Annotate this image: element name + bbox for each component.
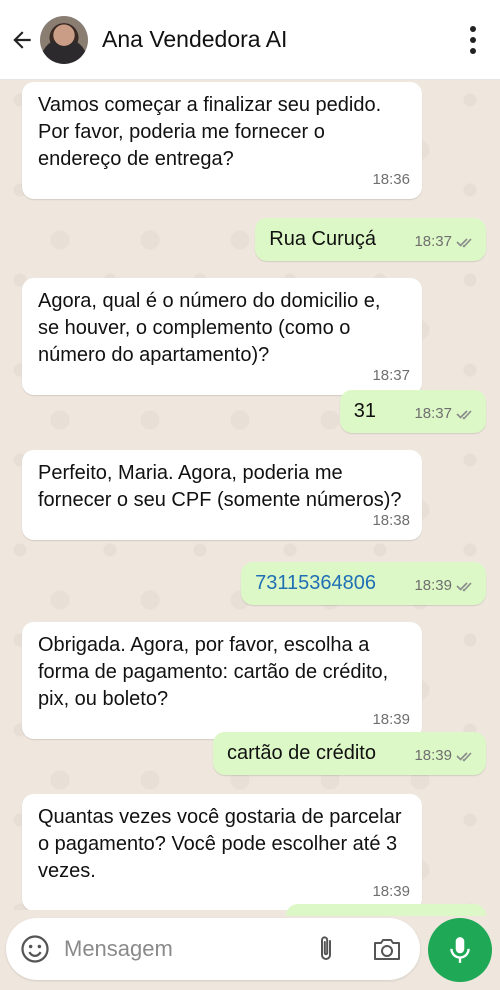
message-input-bar: Mensagem — [6, 918, 420, 980]
message-time: 18:39 — [414, 747, 452, 764]
camera-icon[interactable] — [372, 936, 402, 962]
message-time: 18:39 — [372, 711, 410, 728]
message-text: Agora, qual é o número do domicilio e, s… — [38, 290, 381, 366]
message-time: 18:39 — [414, 577, 452, 594]
incoming-message: Obrigada. Agora, por favor, escolha a fo… — [22, 622, 422, 739]
cpf-link[interactable]: 73115364806 — [255, 570, 434, 597]
back-button[interactable] — [4, 20, 40, 60]
message-time: 18:39 — [372, 883, 410, 900]
incoming-message: Vamos começar a finalizar seu pedido. Po… — [22, 82, 422, 199]
message-time: 18:37 — [414, 233, 452, 250]
message-text: Obrigada. Agora, por favor, escolha a fo… — [38, 634, 389, 710]
message-time: 18:38 — [372, 512, 410, 529]
message-text: Quantas vezes você gostaria de parcelar … — [38, 806, 402, 882]
outgoing-message: 73115364806 18:39 — [241, 562, 486, 605]
outgoing-message: 31 18:37 — [339, 390, 486, 433]
message-time: 18:37 — [372, 367, 410, 384]
double-check-icon — [456, 581, 472, 592]
more-vertical-icon[interactable] — [468, 26, 478, 54]
chat-header: Ana Vendedora AI — [0, 0, 500, 80]
message-text: Rua Curuçá — [269, 228, 376, 250]
double-check-icon — [456, 409, 472, 420]
message-time: 18:37 — [414, 405, 452, 422]
message-text: Perfeito, Maria. Agora, poderia me forne… — [38, 462, 402, 511]
double-check-icon — [456, 751, 472, 762]
voice-message-button[interactable] — [428, 918, 492, 982]
microphone-icon — [450, 937, 470, 963]
outgoing-message: Rua Curuçá 18:37 — [255, 218, 486, 261]
outgoing-message: cartão de crédito 18:39 — [213, 732, 486, 775]
incoming-message: Agora, qual é o número do domicilio e, s… — [22, 278, 422, 395]
message-list: Vamos começar a finalizar seu pedido. Po… — [0, 80, 500, 910]
message-input[interactable]: Mensagem — [64, 936, 314, 962]
partial-outgoing-message — [286, 904, 486, 916]
contact-avatar[interactable] — [40, 15, 88, 64]
message-time: 18:36 — [372, 171, 410, 188]
contact-name[interactable]: Ana Vendedora AI — [102, 26, 287, 53]
message-text: Vamos começar a finalizar seu pedido. Po… — [38, 94, 382, 170]
double-check-icon — [456, 237, 472, 248]
incoming-message: Quantas vezes você gostaria de parcelar … — [22, 794, 422, 910]
emoji-icon[interactable] — [20, 934, 50, 964]
arrow-back-icon — [13, 30, 31, 49]
incoming-message: Perfeito, Maria. Agora, poderia me forne… — [22, 450, 422, 540]
attach-icon[interactable] — [314, 934, 338, 964]
message-text: cartão de crédito — [227, 742, 376, 764]
